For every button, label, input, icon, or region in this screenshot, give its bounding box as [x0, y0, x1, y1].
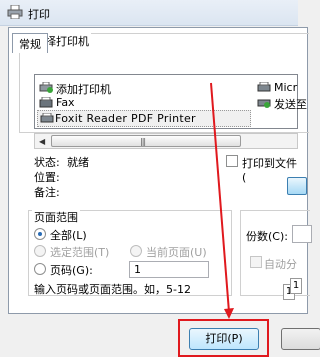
collate-page-icon: 1 [290, 278, 302, 294]
status-label: 状态: [34, 156, 60, 169]
copies-input[interactable] [292, 225, 312, 243]
tab-label: 常规 [19, 38, 41, 51]
range-all-label: 全部(L) [50, 229, 87, 242]
range-pages-radio[interactable] [34, 263, 46, 275]
fax-icon [39, 97, 53, 108]
collate-checkbox[interactable] [250, 256, 262, 268]
range-selection-label: 选定范围(T) [50, 246, 110, 259]
range-current-page-label: 当前页面(U) [146, 246, 207, 259]
range-pages-label: 页码(G): [50, 264, 93, 277]
send-to-icon [257, 99, 271, 108]
scroll-thumb[interactable]: ||| [51, 135, 241, 147]
add-printer-icon [39, 82, 53, 93]
range-current-page-radio[interactable] [130, 245, 142, 257]
cancel-button[interactable] [281, 328, 320, 350]
window-title-bar: 打印 [0, 0, 298, 26]
printer-icon [40, 113, 54, 123]
printer-item-foxit[interactable]: Foxit Reader PDF Printer [37, 110, 251, 127]
printer-item-label: Micr [274, 81, 298, 94]
range-selection-radio[interactable] [34, 245, 46, 257]
scroll-left-icon[interactable]: ◀ [39, 137, 45, 146]
printer-icon [257, 82, 271, 92]
scroll-grip: ||| [140, 137, 146, 146]
printer-item-label: 发送至 [274, 98, 307, 111]
printer-item-label: Foxit Reader PDF Printer [55, 112, 196, 125]
pages-input[interactable]: 1 [129, 261, 209, 278]
printer-item-label: 添加打印机 [56, 83, 111, 96]
page-range-hint: 输入页码或页面范围。如，5-12 [34, 283, 191, 296]
status-value: 就绪 [67, 156, 89, 169]
printer-item-label: Fax [56, 96, 75, 109]
page-range-caption: 页面范围 [32, 209, 80, 225]
print-to-file-checkbox[interactable] [226, 155, 238, 167]
location-label: 位置: [34, 171, 60, 184]
window-title: 打印 [28, 8, 50, 21]
find-printer-button[interactable] [287, 177, 307, 195]
tab-general[interactable]: 常规 [12, 33, 48, 53]
printer-list[interactable]: 添加打印机 Fax Foxit Reader PDF Printer Micr … [34, 74, 307, 129]
collate-label: 自动分 [264, 258, 297, 271]
highlight-box [178, 319, 269, 357]
printer-icon [7, 5, 23, 19]
comment-label: 备注: [34, 186, 60, 199]
horizontal-scrollbar[interactable]: ◀ ||| [34, 133, 298, 149]
range-all-radio[interactable] [34, 228, 46, 240]
copies-label: 份数(C): [246, 230, 288, 243]
